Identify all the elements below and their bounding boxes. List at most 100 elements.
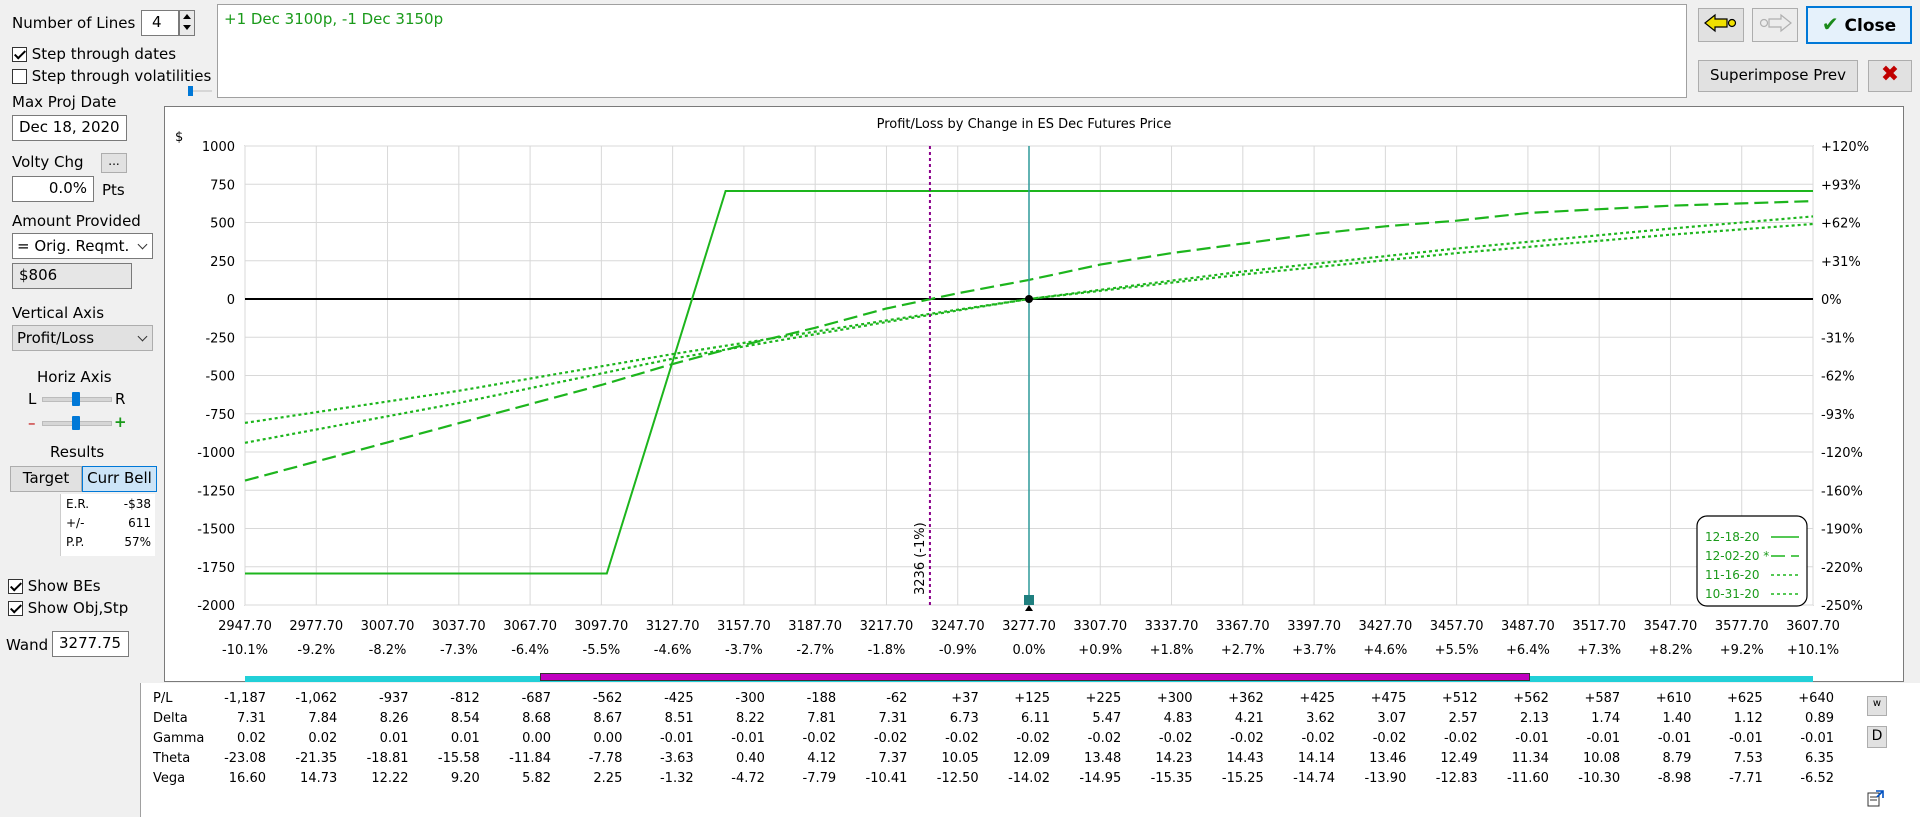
- check-icon: ✔: [1821, 12, 1839, 36]
- greeks-cell: -10.41: [865, 771, 908, 786]
- target-button[interactable]: Target: [10, 466, 82, 492]
- horiz-right-label: R: [115, 390, 126, 408]
- greeks-cell: 11.34: [1511, 751, 1549, 766]
- greeks-cell: 8.79: [1662, 751, 1692, 766]
- greeks-cell: 5.82: [522, 771, 552, 786]
- greeks-cell: 1.40: [1662, 711, 1692, 726]
- y-right-tick-label: -31%: [1821, 331, 1855, 346]
- horiz-minus-label: –: [28, 414, 36, 432]
- step-vols-checkbox[interactable]: Step through volatilities: [12, 67, 211, 85]
- greeks-cell: 7.81: [807, 711, 837, 726]
- stat-pp-label: P.P.: [66, 535, 85, 549]
- max-proj-date-input[interactable]: Dec 18, 2020: [12, 115, 127, 141]
- amount-provided-select[interactable]: = Orig. Reqmt.: [12, 233, 153, 259]
- y-tick-label: -2000: [197, 599, 235, 614]
- checkbox-checked-icon[interactable]: [8, 601, 23, 616]
- y-right-tick-label: 0%: [1821, 293, 1842, 308]
- stat-pm-value: 611: [128, 516, 151, 530]
- vertical-axis-select[interactable]: Profit/Loss: [12, 325, 153, 351]
- greeks-cell: -14.74: [1293, 771, 1336, 786]
- greeks-cell: 0.89: [1805, 711, 1834, 726]
- y-right-tick-label: +62%: [1821, 217, 1861, 232]
- num-lines-input[interactable]: 4: [141, 10, 179, 36]
- greeks-cell: -11.60: [1506, 771, 1549, 786]
- superimpose-button[interactable]: Superimpose Prev: [1698, 60, 1858, 92]
- vertical-axis-label: Vertical Axis: [12, 304, 105, 322]
- y-right-tick-label: -160%: [1821, 484, 1863, 499]
- volty-chg-label: Volty Chg: [12, 153, 84, 171]
- num-lines-spinner[interactable]: [179, 10, 195, 36]
- greeks-cell: 0.02: [308, 731, 338, 746]
- table-width-button[interactable]: w: [1867, 696, 1887, 716]
- vol-step-slider[interactable]: [188, 86, 212, 96]
- greeks-cell: -1,187: [224, 691, 266, 706]
- horiz-zoom-slider[interactable]: [42, 416, 112, 430]
- prev-arrow-button[interactable]: [1698, 8, 1744, 42]
- x-pct-tick-label: +7.3%: [1577, 643, 1621, 658]
- greeks-cell: -62: [886, 691, 908, 706]
- greeks-cell: 3.07: [1377, 711, 1407, 726]
- y-tick-label: 0: [227, 293, 235, 308]
- x-pct-tick-label: -10.1%: [222, 643, 268, 658]
- show-bes-checkbox[interactable]: Show BEs: [8, 577, 101, 595]
- curr-bell-button[interactable]: Curr Bell: [82, 466, 157, 492]
- greeks-cell: 4.12: [807, 751, 837, 766]
- wand-label: Wand: [6, 636, 49, 654]
- spin-down-icon[interactable]: [183, 25, 191, 30]
- show-obj-checkbox[interactable]: Show Obj,Stp: [8, 599, 128, 617]
- greeks-cell: 8.67: [593, 711, 623, 726]
- greeks-cell: -425: [664, 691, 694, 706]
- greeks-cell: -937: [379, 691, 409, 706]
- greeks-cell: 0.01: [450, 731, 480, 746]
- volty-chg-button[interactable]: ...: [101, 153, 127, 173]
- greeks-cell: 0.01: [379, 731, 409, 746]
- x-pct-tick-label: +4.6%: [1363, 643, 1407, 658]
- x-pct-tick-label: -0.9%: [939, 643, 977, 658]
- y-right-tick-label: -220%: [1821, 561, 1863, 576]
- greeks-cell: 0.02: [237, 731, 266, 746]
- show-obj-label: Show Obj,Stp: [27, 599, 129, 617]
- greeks-cell: 7.84: [308, 711, 338, 726]
- greeks-cell: 8.26: [379, 711, 409, 726]
- x-tick-label: 2947.70: [218, 619, 272, 634]
- checkbox-unchecked-icon[interactable]: [12, 69, 27, 84]
- y-tick-label: -1000: [197, 446, 235, 461]
- amount-provided-label: Amount Provided: [12, 212, 141, 230]
- spin-up-icon[interactable]: [183, 14, 191, 19]
- horiz-position-slider[interactable]: [42, 392, 112, 406]
- x-tick-label: 3037.70: [432, 619, 486, 634]
- greeks-cell: -14.95: [1079, 771, 1122, 786]
- wand-input[interactable]: 3277.75: [52, 631, 129, 657]
- x-pct-tick-label: -5.5%: [583, 643, 621, 658]
- greeks-cell: 9.20: [450, 771, 480, 786]
- x-pct-tick-label: +8.2%: [1648, 643, 1692, 658]
- greeks-cell: -13.90: [1364, 771, 1407, 786]
- step-dates-checkbox[interactable]: Step through dates: [12, 45, 176, 63]
- pl-chart[interactable]: Profit/Loss by Change in ES Dec Futures …: [165, 107, 1903, 681]
- greeks-cell: +587: [1584, 691, 1621, 706]
- greeks-cell: 2.25: [593, 771, 623, 786]
- greeks-cell: 6.73: [949, 711, 979, 726]
- volty-chg-input[interactable]: 0.0%: [12, 176, 94, 202]
- position-text-box[interactable]: +1 Dec 3100p, -1 Dec 3150p: [217, 4, 1687, 98]
- greeks-cell: 3.62: [1306, 711, 1336, 726]
- x-pct-tick-label: +2.7%: [1221, 643, 1265, 658]
- greeks-cell: -687: [521, 691, 552, 706]
- checkbox-checked-icon[interactable]: [12, 47, 27, 62]
- delete-x-button[interactable]: ✖: [1868, 60, 1912, 92]
- greeks-cell: -14.02: [1008, 771, 1050, 786]
- x-pct-tick-label: +9.2%: [1720, 643, 1764, 658]
- y-tick-label: -750: [205, 408, 235, 423]
- stat-er-label: E.R.: [66, 497, 90, 511]
- chart-title: Profit/Loss by Change in ES Dec Futures …: [877, 117, 1172, 132]
- close-button[interactable]: ✔ Close: [1806, 6, 1912, 44]
- table-detail-button[interactable]: D: [1867, 726, 1887, 748]
- checkbox-checked-icon[interactable]: [8, 579, 23, 594]
- greeks-cell: -0.02: [1087, 731, 1122, 746]
- next-arrow-button[interactable]: [1752, 8, 1798, 42]
- export-icon[interactable]: [1866, 788, 1886, 808]
- price-marker: [1025, 605, 1033, 611]
- greeks-cell: 13.48: [1084, 751, 1122, 766]
- horiz-axis-label: Horiz Axis: [37, 368, 112, 386]
- greeks-cell: 10.05: [941, 751, 979, 766]
